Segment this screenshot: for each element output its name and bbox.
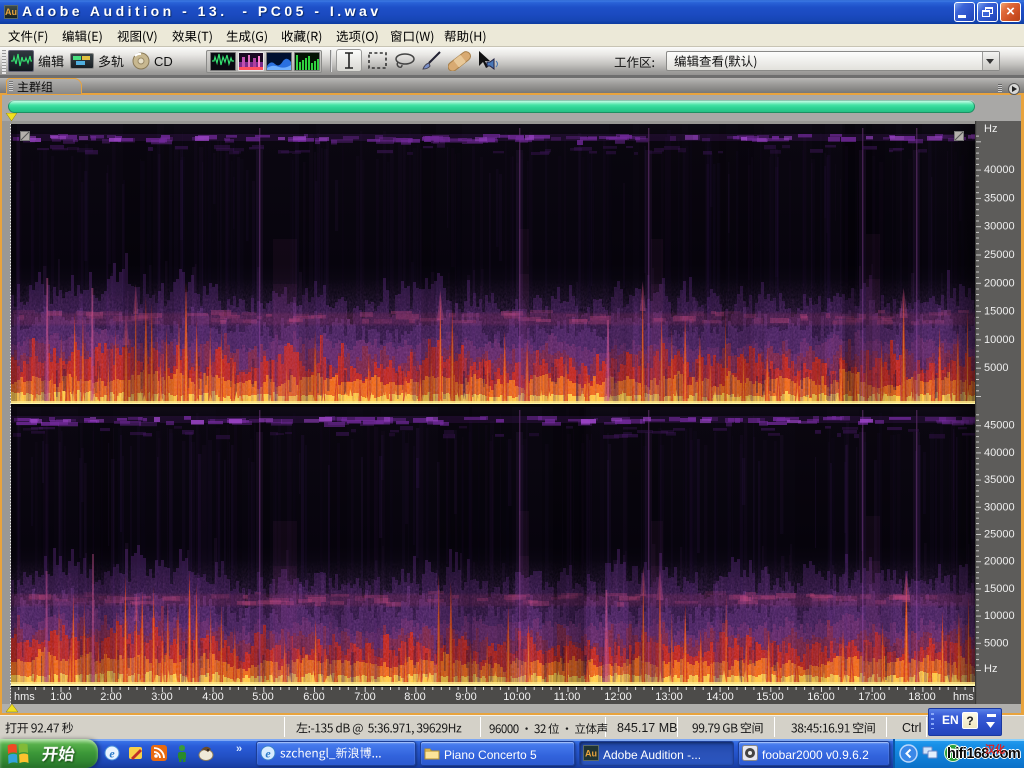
svg-text:15000: 15000	[984, 306, 1015, 318]
svg-text:12:00: 12:00	[604, 691, 632, 703]
svg-text:45000: 45000	[984, 420, 1015, 432]
svg-text:35000: 35000	[984, 474, 1015, 486]
svg-text:6:00: 6:00	[303, 691, 324, 703]
svg-text:Hz: Hz	[984, 123, 997, 135]
svg-text:13:00: 13:00	[655, 691, 683, 703]
svg-text:hms: hms	[14, 691, 35, 703]
svg-text:16:00: 16:00	[807, 691, 835, 703]
svg-text:20000: 20000	[984, 556, 1015, 568]
svg-text:5000: 5000	[984, 637, 1008, 649]
svg-text:1:00: 1:00	[50, 691, 71, 703]
svg-text:10000: 10000	[984, 334, 1015, 346]
svg-text:40000: 40000	[984, 164, 1015, 176]
svg-text:10000: 10000	[984, 610, 1015, 622]
svg-text:25000: 25000	[984, 529, 1015, 541]
svg-text:hms: hms	[953, 691, 974, 703]
svg-text:11:00: 11:00	[554, 691, 581, 703]
svg-text:e: e	[265, 747, 271, 761]
svg-text:3:00: 3:00	[151, 691, 172, 703]
svg-text:Hz: Hz	[984, 663, 997, 675]
svg-text:14:00: 14:00	[706, 691, 734, 703]
svg-text:30000: 30000	[984, 221, 1015, 233]
svg-text:8:00: 8:00	[404, 691, 425, 703]
svg-text:40000: 40000	[984, 447, 1015, 459]
svg-text:15000: 15000	[984, 583, 1015, 595]
svg-text:5:00: 5:00	[252, 691, 273, 703]
svg-text:2:00: 2:00	[100, 691, 121, 703]
svg-text:17:00: 17:00	[858, 691, 886, 703]
svg-text:15:00: 15:00	[756, 691, 784, 703]
svg-text:35000: 35000	[984, 192, 1015, 204]
svg-text:30000: 30000	[984, 501, 1015, 513]
svg-text:20000: 20000	[984, 277, 1015, 289]
svg-text:25000: 25000	[984, 249, 1015, 261]
svg-text:e: e	[109, 747, 115, 761]
svg-text:4:00: 4:00	[202, 691, 223, 703]
svg-text:9:00: 9:00	[455, 691, 476, 703]
svg-text:Au: Au	[585, 749, 597, 759]
svg-text:18:00: 18:00	[908, 691, 936, 703]
svg-text:7:00: 7:00	[354, 691, 375, 703]
svg-text:10:00: 10:00	[503, 691, 531, 703]
svg-text:5000: 5000	[984, 362, 1008, 374]
